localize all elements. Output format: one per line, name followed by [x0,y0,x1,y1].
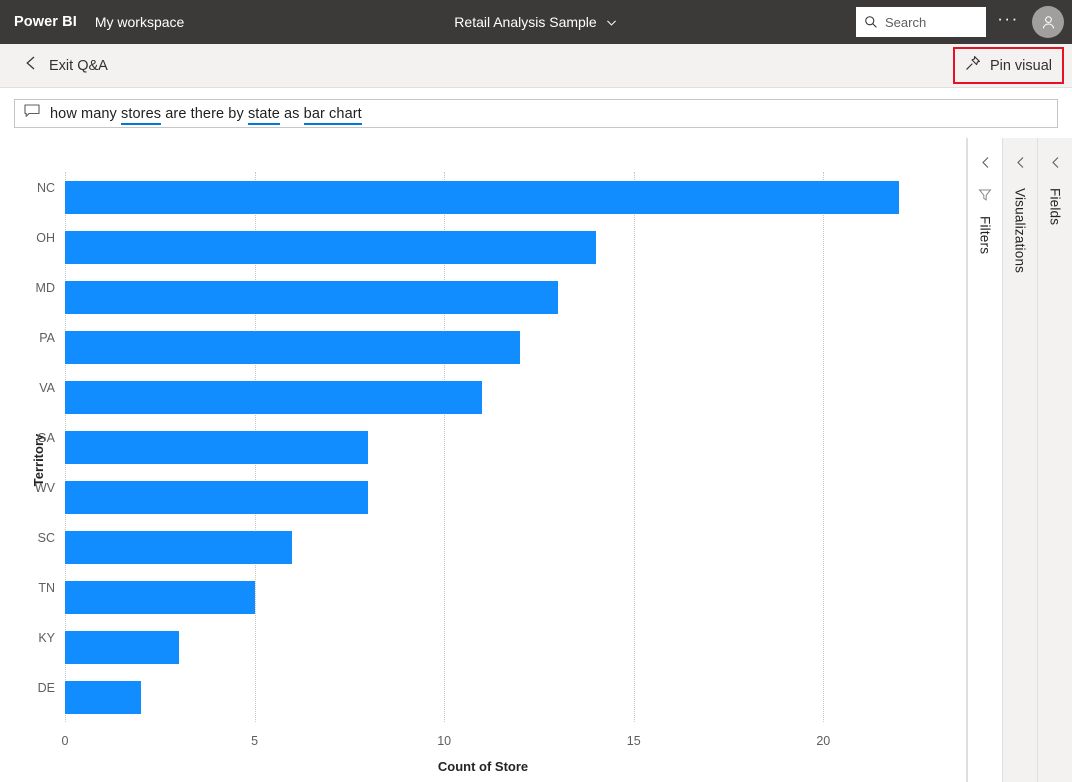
bar[interactable]: TN [65,581,255,614]
avatar[interactable] [1032,6,1064,38]
qa-question-input[interactable]: how many stores are there by state as ba… [14,99,1058,128]
pin-visual-button[interactable]: Pin visual [956,50,1061,81]
category-label: SC [38,531,55,545]
bar-row[interactable]: PA [65,322,956,372]
pane-label: Filters [978,216,993,254]
pane-fields[interactable]: Fields [1037,138,1072,782]
chevron-left-icon[interactable] [1050,156,1061,174]
category-label: MD [36,281,55,295]
pin-visual-highlight-wrap: Pin visual [953,47,1064,84]
bar-row[interactable]: SC [65,522,956,572]
chevron-left-icon [24,55,38,76]
bar[interactable]: OH [65,231,596,264]
qa-question-text: how many stores are there by state as ba… [50,106,362,122]
pane-visualizations[interactable]: Visualizations [1002,138,1037,782]
x-axis-tick-label: 10 [437,734,451,748]
x-axis-tick-label: 15 [627,734,641,748]
bar-row[interactable]: TN [65,572,956,622]
category-label: TN [38,581,55,595]
x-axis-tick-label: 5 [251,734,258,748]
bar-row[interactable]: DE [65,672,956,722]
bar[interactable]: SC [65,531,292,564]
category-label: GA [37,431,55,445]
bar[interactable]: MD [65,281,558,314]
plot-area: NC OH MD PA VA GA WV SC TN KY DE [65,172,956,722]
bar[interactable]: NC [65,181,899,214]
category-label: OH [36,231,55,245]
bar[interactable]: VA [65,381,482,414]
filter-funnel-icon [978,188,992,207]
bar-row[interactable]: NC [65,172,956,222]
bar-row[interactable]: MD [65,272,956,322]
qa-command-bar: Exit Q&A Pin visual [0,44,1072,88]
qa-plain-term: are there by [161,106,248,122]
search-input[interactable] [885,15,978,30]
category-label: NC [37,181,55,195]
app-header: Power BI My workspace Retail Analysis Sa… [0,0,1072,44]
pane-filters[interactable]: Filters [967,138,1002,782]
chat-bubble-icon [24,104,40,123]
bar-series: NC OH MD PA VA GA WV SC TN KY DE [65,172,956,722]
bar-row[interactable]: OH [65,222,956,272]
search-icon [864,15,878,29]
report-title[interactable]: Retail Analysis Sample [454,14,596,30]
x-axis-ticks: 0 5 10 15 20 [65,734,956,750]
category-label: VA [39,381,55,395]
pin-visual-label: Pin visual [990,58,1052,74]
qa-entity-term[interactable]: bar chart [304,106,362,125]
right-side-panes: Filters Visualizations Fields [967,138,1072,782]
exit-qa-button[interactable]: Exit Q&A [18,50,114,81]
bar[interactable]: DE [65,681,141,714]
category-label: WV [35,481,55,495]
bar-row[interactable]: GA [65,422,956,472]
bar-row[interactable]: VA [65,372,956,422]
pane-label: Visualizations [1013,188,1028,273]
bar[interactable]: KY [65,631,179,664]
qa-plain-term: as [280,106,304,122]
chevron-left-icon[interactable] [1015,156,1026,174]
bar-row[interactable]: KY [65,622,956,672]
x-axis-tick-label: 20 [816,734,830,748]
category-label: DE [38,681,55,695]
more-options-button[interactable]: ··· [992,6,1024,38]
exit-qa-label: Exit Q&A [49,58,108,74]
search-box[interactable] [856,7,986,37]
powerbi-logo[interactable]: Power BI [14,14,77,30]
x-axis-title: Count of Store [0,759,966,774]
workspace-link[interactable]: My workspace [95,14,184,30]
category-label: PA [39,331,55,345]
bar-row[interactable]: WV [65,472,956,522]
pane-label: Fields [1048,188,1063,225]
qa-entity-term[interactable]: state [248,106,280,125]
chevron-down-icon[interactable] [605,16,618,29]
header-actions: ··· [856,6,1064,38]
pin-icon [965,55,981,76]
chevron-left-icon[interactable] [980,156,991,174]
qa-plain-term: how many [50,106,121,122]
bar[interactable]: WV [65,481,368,514]
report-canvas: Territory NCOHMDPAVAGAWVSCTNKYDE 0510152… [0,138,967,782]
bar[interactable]: GA [65,431,368,464]
category-label: KY [38,631,55,645]
qa-entity-term[interactable]: stores [121,106,161,125]
x-axis-tick-label: 0 [62,734,69,748]
main-area: Territory NCOHMDPAVAGAWVSCTNKYDE 0510152… [0,138,1072,782]
bar-chart-visual[interactable]: Territory NCOHMDPAVAGAWVSCTNKYDE 0510152… [0,138,966,782]
bar[interactable]: PA [65,331,520,364]
qa-question-row: how many stores are there by state as ba… [0,88,1072,138]
